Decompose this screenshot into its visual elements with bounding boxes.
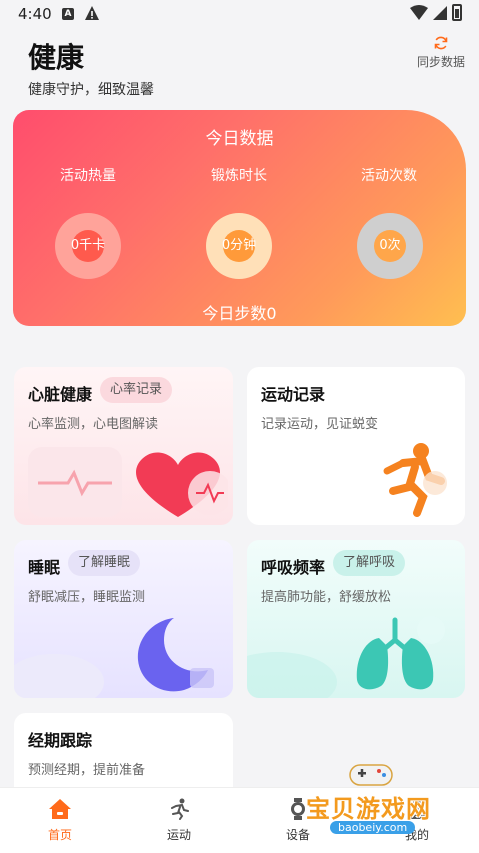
warning-icon: [85, 6, 99, 20]
wifi-icon: [410, 5, 428, 20]
period-card-desc: 预测经期，提前准备: [28, 763, 146, 778]
activity-ring: 0次: [357, 213, 423, 279]
sport-card-desc: 记录运动，见证蜕变: [261, 417, 379, 432]
moon-icon: [14, 618, 214, 698]
page-subtitle: 健康守护，细致温馨: [28, 82, 154, 98]
today-data-title: 今日数据: [205, 129, 274, 149]
running-icon: [171, 798, 189, 820]
running-person-icon: [383, 443, 447, 517]
watermark: 宝贝游戏网 baobeiy.com: [300, 755, 470, 845]
nav-home[interactable]: 首页: [20, 798, 100, 843]
activity-value: 0次: [379, 238, 401, 253]
today-data-card[interactable]: 今日数据 活动热量 0千卡 锻炼时长 0分钟 活动次数 0次 今日步数0: [13, 110, 466, 326]
signal-icon: [433, 6, 447, 20]
sync-icon: [434, 36, 448, 50]
metric-calories: 活动热量: [28, 165, 148, 185]
page-title: 健康: [28, 41, 85, 74]
heart-rate-record-tag[interactable]: 心率记录: [100, 377, 173, 403]
heart-illustration-icon: [28, 447, 228, 517]
learn-sleep-tag[interactable]: 了解睡眠: [68, 550, 141, 576]
metric-calories-label: 活动热量: [60, 168, 116, 184]
breath-rate-card[interactable]: 呼吸频率 了解呼吸 提高肺功能，舒缓放松: [247, 540, 465, 698]
heart-health-card[interactable]: 心脏健康 心率记录 心率监测，心电图解读: [14, 367, 233, 525]
battery-icon: [452, 4, 462, 21]
lungs-icon: [247, 616, 445, 698]
nav-sport[interactable]: 运动: [139, 798, 219, 843]
heart-card-desc: 心率监测，心电图解读: [28, 417, 159, 432]
metric-activity-label: 活动次数: [361, 168, 417, 184]
sleep-card-title: 睡眠: [28, 558, 61, 577]
sleep-card[interactable]: 睡眠 了解睡眠 舒眠减压，睡眠监测: [14, 540, 233, 698]
today-steps: 今日步数0: [202, 304, 277, 323]
home-icon: [49, 799, 71, 819]
watermark-url: baobeiy.com: [330, 821, 416, 834]
metric-exercise-time: 锻炼时长: [179, 165, 299, 185]
sport-record-card[interactable]: 运动记录 记录运动，见证蜕变: [247, 367, 465, 525]
breath-card-title: 呼吸频率: [261, 558, 326, 577]
learn-breath-tag[interactable]: 了解呼吸: [333, 550, 406, 576]
calories-value: 0千卡: [70, 238, 106, 253]
nav-home-label: 首页: [47, 828, 72, 842]
notification-a-icon: A: [62, 8, 74, 20]
metric-activity-count: 活动次数: [329, 165, 449, 185]
exercise-value: 0分钟: [221, 238, 257, 253]
exercise-ring: 0分钟: [206, 213, 272, 279]
sport-card-title: 运动记录: [261, 385, 326, 404]
heart-card-title: 心脏健康: [28, 385, 93, 404]
sync-data-button[interactable]: 同步数据: [416, 35, 466, 70]
status-bar: 4:40 A: [0, 0, 479, 28]
breath-card-desc: 提高肺功能，舒缓放松: [261, 590, 392, 605]
nav-sport-label: 运动: [166, 828, 191, 842]
sync-label: 同步数据: [416, 55, 465, 69]
metric-exercise-label: 锻炼时长: [211, 168, 267, 184]
period-card-title: 经期跟踪: [28, 731, 93, 750]
watermark-text: 宝贝游戏网: [306, 795, 431, 823]
status-time: 4:40: [18, 5, 52, 23]
calories-ring: 0千卡: [55, 213, 121, 279]
gamepad-icon: [349, 764, 393, 786]
sleep-card-desc: 舒眠减压，睡眠监测: [28, 590, 146, 605]
